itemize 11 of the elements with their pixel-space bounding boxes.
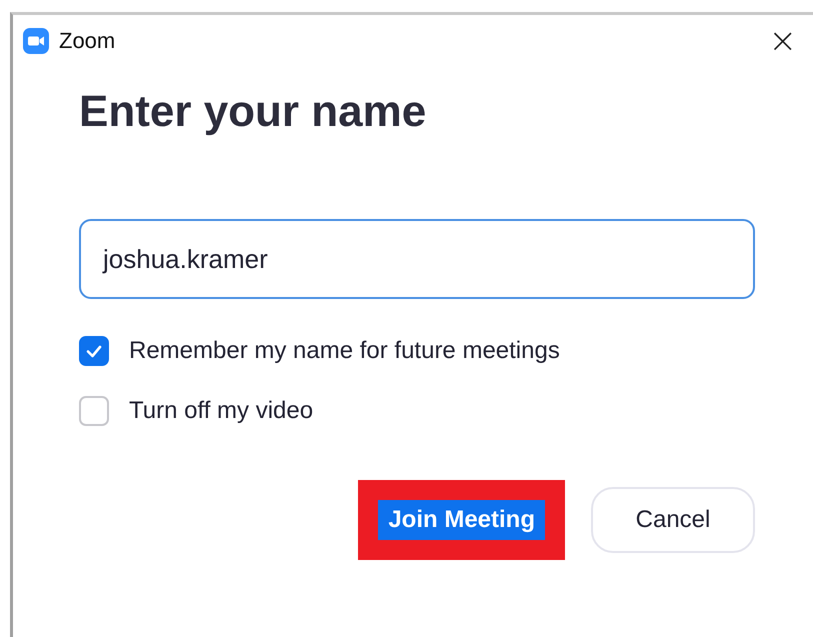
dialog-heading: Enter your name: [79, 87, 428, 137]
checkbox[interactable]: [79, 396, 109, 426]
checkbox[interactable]: [79, 336, 109, 366]
window-title: Zoom: [59, 28, 116, 54]
checkbox-label: Remember my name for future meetings: [129, 337, 560, 365]
name-input-field[interactable]: joshua.kramer: [79, 219, 755, 299]
join-button[interactable]: Join Meeting: [378, 500, 545, 540]
cancel-button[interactable]: Cancel: [591, 487, 755, 553]
video-camera-icon: [23, 28, 49, 54]
checkbox-label: Turn off my video: [129, 397, 314, 425]
close-button[interactable]: ×: [762, 24, 803, 58]
